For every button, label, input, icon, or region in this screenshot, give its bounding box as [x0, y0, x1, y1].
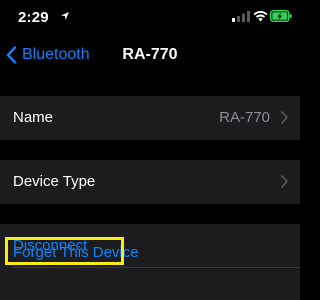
- forget-device-row[interactable]: [0, 268, 300, 300]
- status-bar: 2:29: [0, 0, 300, 32]
- name-value: RA-770: [219, 109, 270, 126]
- page-title: RA-770: [122, 46, 178, 63]
- highlight-box: [5, 237, 124, 265]
- device-type-row[interactable]: Device Type: [0, 160, 300, 204]
- chevron-right-icon: [281, 175, 288, 188]
- name-row[interactable]: Name RA-770: [0, 96, 300, 140]
- battery-charging-icon: [270, 10, 292, 22]
- chevron-right-icon: [281, 111, 288, 124]
- cellular-signal-icon: [232, 11, 250, 22]
- device-type-label: Device Type: [13, 173, 96, 190]
- status-time: 2:29: [18, 9, 49, 26]
- name-label: Name: [13, 109, 54, 126]
- wifi-icon: [253, 11, 268, 22]
- location-arrow-icon: [61, 12, 69, 20]
- navigation-bar: Bluetooth RA-770: [0, 34, 300, 74]
